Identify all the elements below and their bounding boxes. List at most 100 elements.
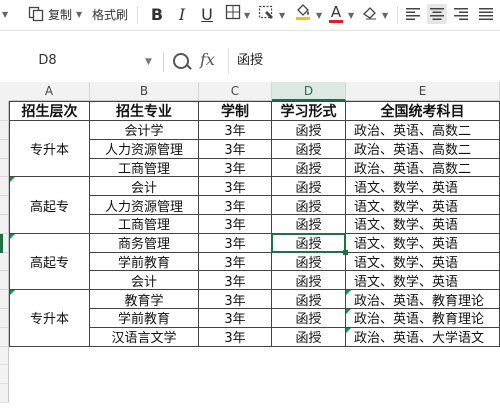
years-cell[interactable]: 3年: [199, 215, 272, 234]
row-header[interactable]: [0, 271, 9, 291]
subjects-cell[interactable]: 语文、数学、英语: [346, 177, 500, 197]
column-header-a[interactable]: A: [9, 82, 90, 101]
cell-style-button[interactable]: [257, 4, 277, 24]
form-cell[interactable]: 函授: [272, 177, 346, 197]
major-cell[interactable]: 工商管理: [90, 158, 199, 178]
major-cell[interactable]: 学前教育: [90, 309, 199, 328]
row-header[interactable]: [0, 215, 9, 234]
form-cell[interactable]: 函授: [272, 290, 346, 309]
row-header[interactable]: [0, 309, 9, 328]
form-cell[interactable]: 函授: [272, 139, 346, 159]
major-cell[interactable]: 人力资源管理: [90, 196, 199, 215]
major-cell[interactable]: 商务管理: [90, 233, 199, 253]
form-cell[interactable]: 函授: [272, 158, 346, 178]
name-box[interactable]: D8: [0, 50, 95, 72]
major-cell[interactable]: 工商管理: [90, 215, 199, 234]
years-cell[interactable]: 3年: [199, 139, 272, 159]
major-cell[interactable]: 人力资源管理: [90, 139, 199, 159]
column-header-c[interactable]: C: [199, 82, 272, 101]
years-cell[interactable]: 3年: [199, 271, 272, 291]
subjects-cell[interactable]: 政治、英语、高数二: [346, 158, 500, 178]
font-color-button[interactable]: A: [326, 4, 346, 24]
italic-button[interactable]: I: [172, 4, 192, 24]
formula-input[interactable]: 函授: [228, 48, 500, 74]
fill-handle[interactable]: [343, 249, 348, 255]
years-cell[interactable]: 3年: [199, 121, 272, 140]
row-header[interactable]: [0, 101, 9, 121]
align-left-button[interactable]: [403, 4, 423, 24]
header-cell[interactable]: 招生专业: [90, 101, 199, 121]
subjects-cell[interactable]: 语文、数学、英语: [346, 252, 500, 272]
years-cell[interactable]: 3年: [199, 233, 272, 253]
form-cell[interactable]: 函授: [272, 121, 346, 140]
justify-button[interactable]: [476, 4, 496, 24]
row-header[interactable]: [0, 290, 9, 309]
format-painter-button[interactable]: 格式刷: [92, 4, 128, 24]
major-cell[interactable]: 会计: [90, 271, 199, 291]
subjects-cell[interactable]: 语文、数学、英语: [346, 215, 500, 234]
chevron-down-icon[interactable]: ▼: [145, 57, 152, 67]
major-cell[interactable]: 汉语言文学: [90, 327, 199, 347]
align-right-button[interactable]: [451, 4, 471, 24]
years-cell[interactable]: 3年: [199, 290, 272, 309]
header-cell[interactable]: 学制: [199, 101, 272, 121]
row-header[interactable]: [0, 252, 9, 272]
header-cell[interactable]: 全国统考科目: [346, 101, 500, 121]
column-header-b[interactable]: B: [90, 82, 199, 101]
row-header[interactable]: [0, 121, 9, 140]
row-header[interactable]: [0, 365, 9, 385]
form-cell[interactable]: 函授: [272, 252, 346, 272]
row-header[interactable]: [0, 346, 9, 366]
years-cell[interactable]: 3年: [199, 158, 272, 178]
major-cell[interactable]: 教育学: [90, 290, 199, 309]
years-cell[interactable]: 3年: [199, 327, 272, 347]
subjects-cell[interactable]: 政治、英语、高数二: [346, 121, 500, 140]
chevron-down-icon[interactable]: ▼: [244, 11, 250, 20]
years-cell[interactable]: 3年: [199, 252, 272, 272]
align-center-button[interactable]: [427, 4, 447, 24]
level-cell[interactable]: 高起专: [9, 233, 90, 291]
chevron-down-icon[interactable]: ▼: [382, 11, 388, 20]
row-header[interactable]: [0, 384, 9, 403]
chevron-down-icon[interactable]: ▼: [279, 11, 285, 20]
subjects-cell[interactable]: 政治、英语、大学语文: [346, 327, 500, 347]
row-header[interactable]: [0, 327, 9, 347]
form-cell[interactable]: 函授: [272, 215, 346, 234]
subjects-cell[interactable]: 政治、英语、教育理论: [346, 290, 500, 309]
subjects-cell[interactable]: 语文、数学、英语: [346, 233, 500, 253]
fx-icon[interactable]: fx: [200, 50, 215, 69]
subjects-cell[interactable]: 政治、英语、教育理论: [346, 309, 500, 328]
level-cell[interactable]: 专升本: [9, 290, 90, 347]
chevron-down-icon[interactable]: ▼: [316, 11, 322, 20]
row-header[interactable]: [0, 139, 9, 159]
underline-button[interactable]: U: [197, 4, 217, 24]
bold-button[interactable]: B: [147, 4, 167, 24]
major-cell[interactable]: 学前教育: [90, 252, 199, 272]
row-header[interactable]: [0, 177, 9, 197]
level-cell[interactable]: 专升本: [9, 121, 90, 178]
zoom-icon[interactable]: [173, 53, 189, 69]
major-cell[interactable]: 会计: [90, 177, 199, 197]
header-cell[interactable]: 学习形式: [272, 101, 346, 121]
column-header-d[interactable]: D: [272, 82, 346, 101]
chevron-down-icon[interactable]: ▼: [348, 11, 354, 20]
years-cell[interactable]: 3年: [199, 177, 272, 197]
form-cell[interactable]: 函授: [272, 327, 346, 347]
years-cell[interactable]: 3年: [199, 309, 272, 328]
copy-button[interactable]: 复制 ▼: [28, 4, 82, 24]
years-cell[interactable]: 3年: [199, 196, 272, 215]
paste-dropdown[interactable]: ▼: [2, 4, 8, 24]
subjects-cell[interactable]: 语文、数学、英语: [346, 271, 500, 291]
row-header[interactable]: [0, 196, 9, 215]
row-header[interactable]: [0, 158, 9, 178]
fill-color-button[interactable]: [292, 4, 314, 24]
form-cell[interactable]: 函授: [272, 271, 346, 291]
form-cell[interactable]: 函授: [272, 309, 346, 328]
major-cell[interactable]: 会计学: [90, 121, 199, 140]
clear-format-button[interactable]: [360, 4, 380, 24]
level-cell[interactable]: 高起专: [9, 177, 90, 234]
column-header-e[interactable]: E: [346, 82, 500, 101]
form-cell[interactable]: 函授: [272, 196, 346, 215]
header-cell[interactable]: 招生层次: [9, 101, 90, 121]
subjects-cell[interactable]: 语文、数学、英语: [346, 196, 500, 215]
